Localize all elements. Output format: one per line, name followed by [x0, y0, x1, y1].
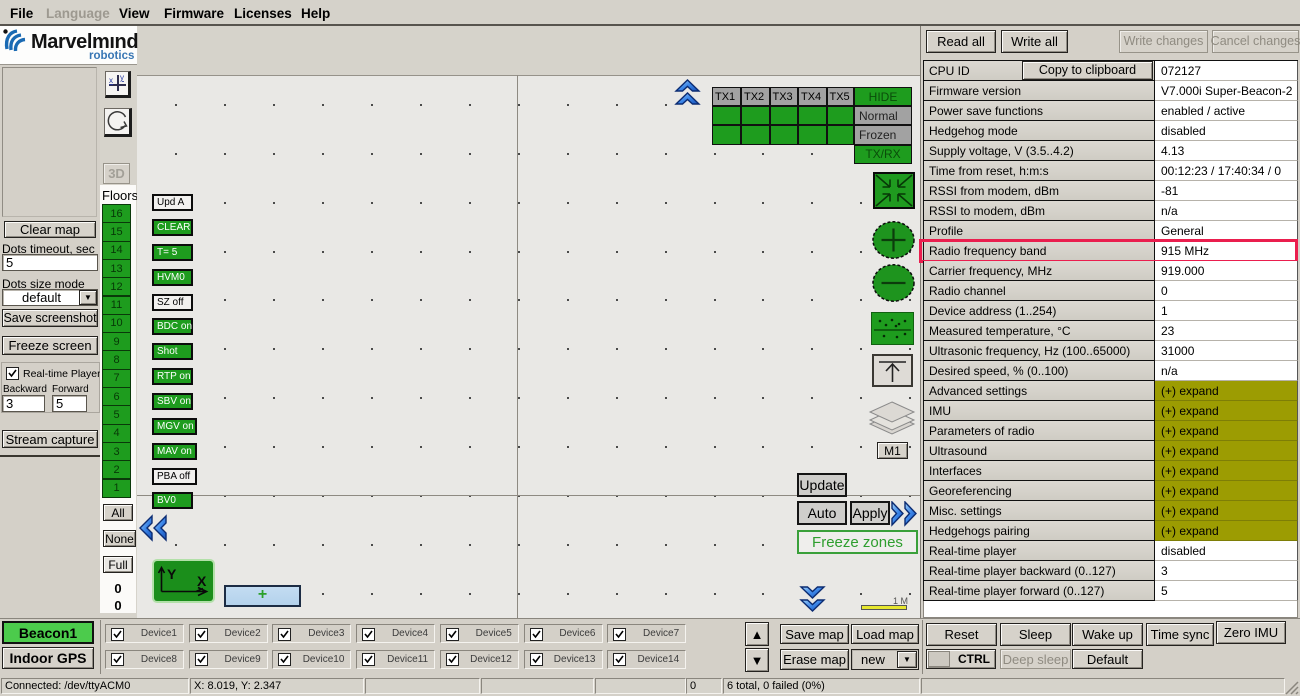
svg-text:y: y: [120, 73, 124, 82]
svg-text:X: X: [197, 573, 207, 589]
svg-text:x: x: [109, 76, 113, 85]
svg-text:Y: Y: [167, 566, 177, 582]
